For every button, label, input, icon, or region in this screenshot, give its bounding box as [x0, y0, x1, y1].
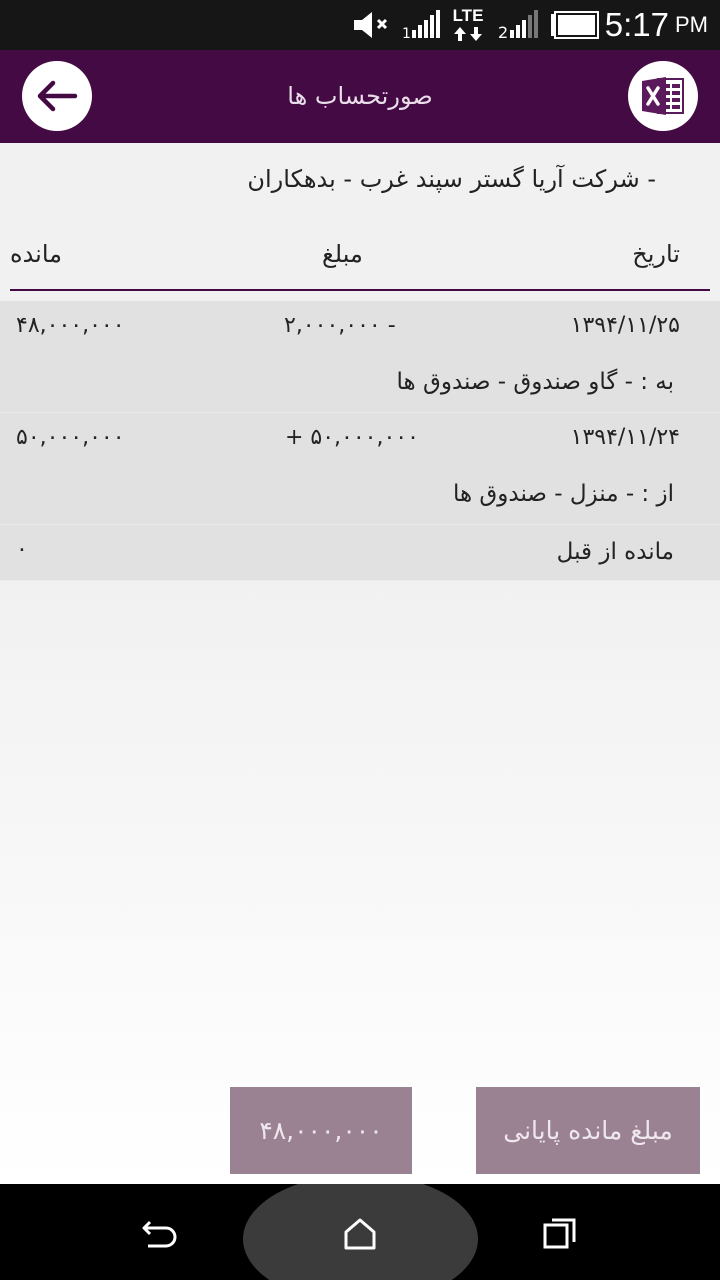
- column-header-date: تاریخ: [632, 240, 680, 268]
- row-amount: ۲,۰۰۰,۰۰۰ -: [284, 313, 396, 338]
- lte-indicator: LTE: [452, 0, 484, 50]
- company-header: - شرکت آریا گستر سپند غرب - بدهکاران: [247, 165, 656, 193]
- final-balance-label-button[interactable]: مبلغ مانده پایانی: [476, 1087, 700, 1174]
- volume-muted-icon: [352, 0, 394, 50]
- row-date: ۱۳۹۴/۱۱/۲۵: [570, 313, 680, 338]
- back-button[interactable]: [22, 61, 92, 131]
- data-arrows-icon: [454, 27, 482, 41]
- battery-icon: [550, 0, 600, 50]
- row-date: ۱۳۹۴/۱۱/۲۴: [570, 425, 680, 450]
- header-divider: [10, 289, 710, 291]
- column-header-amount: مبلغ: [322, 240, 363, 268]
- prior-balance-label: مانده از قبل: [556, 539, 674, 565]
- lte-label: LTE: [452, 6, 484, 25]
- clock: 5:17 PM: [605, 0, 708, 50]
- prior-balance-value: ۰: [16, 537, 28, 562]
- signal-sim2-icon: 2: [498, 0, 542, 50]
- row-description: به : - گاو صندوق - صندوق ها: [396, 369, 674, 395]
- column-header-balance: مانده: [10, 240, 63, 268]
- row-description: از : - منزل - صندوق ها: [452, 481, 674, 507]
- prior-balance-row: مانده از قبل ۰: [0, 525, 720, 581]
- navigation-bar: [0, 1184, 720, 1280]
- recent-apps-button[interactable]: [532, 1206, 588, 1262]
- home-nav-button[interactable]: [332, 1206, 388, 1262]
- back-nav-icon: [142, 1220, 177, 1248]
- svg-text:1: 1: [402, 26, 411, 40]
- transaction-row[interactable]: ۱۳۹۴/۱۱/۲۴ + ۵۰,۰۰۰,۰۰۰ ۵۰,۰۰۰,۰۰۰ از : …: [0, 413, 720, 525]
- final-balance-value-button[interactable]: ۴۸,۰۰۰,۰۰۰: [230, 1087, 412, 1174]
- app-bar: صورتحساب ها: [0, 50, 720, 143]
- arrow-left-icon: [37, 80, 78, 112]
- home-icon: [344, 1218, 376, 1250]
- status-bar: 1 LTE 2 5:17 PM: [0, 0, 720, 50]
- excel-export-button[interactable]: [628, 61, 698, 131]
- page-title: صورتحساب ها: [287, 82, 433, 110]
- row-amount: + ۵۰,۰۰۰,۰۰۰: [285, 425, 419, 450]
- excel-icon: [642, 77, 684, 115]
- back-nav-button[interactable]: [132, 1206, 188, 1262]
- transaction-row[interactable]: ۱۳۹۴/۱۱/۲۵ ۲,۰۰۰,۰۰۰ - ۴۸,۰۰۰,۰۰۰ به : -…: [0, 301, 720, 413]
- clock-time: 5:17: [604, 6, 669, 43]
- svg-text:2: 2: [498, 23, 508, 40]
- recent-apps-icon: [543, 1218, 576, 1249]
- row-balance: ۴۸,۰۰۰,۰۰۰: [16, 313, 125, 338]
- clock-ampm: PM: [675, 12, 708, 37]
- signal-sim1-icon: 1: [402, 0, 444, 50]
- row-balance: ۵۰,۰۰۰,۰۰۰: [16, 425, 125, 450]
